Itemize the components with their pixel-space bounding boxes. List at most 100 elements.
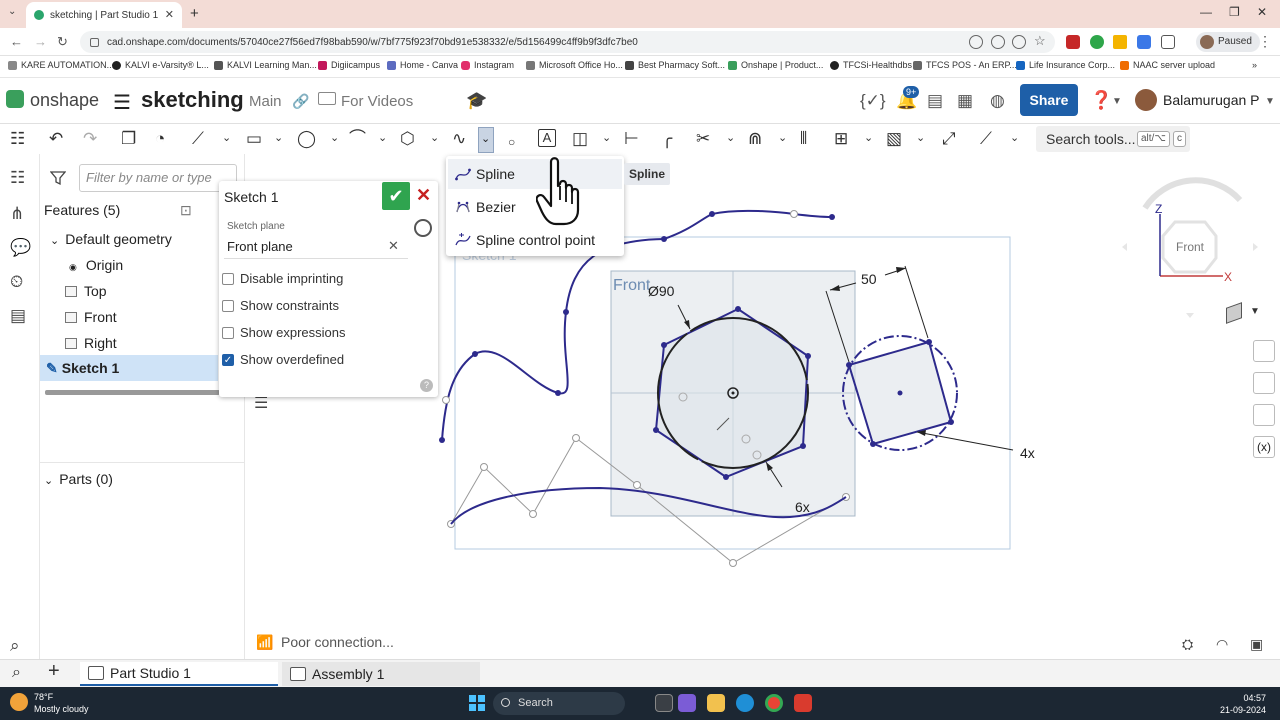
edge-icon[interactable]: [736, 694, 754, 712]
tree-scrollbar[interactable]: [45, 390, 220, 395]
feature-list-icon[interactable]: ☷: [10, 129, 25, 149]
spline-dropdown-caret[interactable]: ⌄: [478, 127, 494, 153]
view-mode-caret-icon[interactable]: ▼: [1250, 306, 1260, 317]
mirror-tool-icon[interactable]: ⫴: [800, 129, 807, 149]
weather-widget[interactable]: 78°F Mostly cloudy: [10, 691, 89, 715]
extensions-puzzle-icon[interactable]: [1161, 35, 1175, 49]
bookmark-item[interactable]: Life Insurance Corp...: [1016, 60, 1115, 70]
feature-tree-icon[interactable]: ☷: [10, 168, 25, 188]
start-button[interactable]: [469, 695, 485, 711]
arc-tool-icon[interactable]: ⌒: [349, 129, 366, 149]
learning-center-icon[interactable]: 🎓: [466, 91, 487, 111]
history-icon[interactable]: ⏲: [10, 272, 23, 292]
filter-icon[interactable]: [50, 170, 66, 186]
clear-plane-icon[interactable]: ✕: [388, 238, 399, 254]
hex-count-dimension[interactable]: 6x: [795, 499, 810, 515]
variables-icon[interactable]: {✓}: [860, 91, 886, 111]
checkbox[interactable]: [222, 272, 234, 285]
spline-start-handle[interactable]: [442, 396, 450, 404]
tab-part-studio[interactable]: Part Studio 1: [80, 662, 278, 686]
extension-green-icon[interactable]: [1090, 35, 1104, 49]
origin-node[interactable]: ◉ Origin: [69, 257, 123, 273]
url-field[interactable]: cad.onshape.com/documents/57040ce27f56ed…: [80, 31, 1055, 53]
onshape-logo-icon[interactable]: [6, 90, 24, 108]
offset-tool-icon[interactable]: ⋒: [748, 129, 762, 149]
reload-icon[interactable]: ↻: [57, 34, 68, 50]
variable-table-icon[interactable]: (x): [1253, 436, 1275, 458]
checkbox-checked[interactable]: ✓: [222, 353, 234, 366]
expand-caret-icon[interactable]: ⌄: [44, 475, 53, 487]
taskbar-search[interactable]: Search: [493, 692, 625, 715]
user-name[interactable]: Balamurugan P: [1163, 92, 1260, 108]
redo-icon[interactable]: ↷: [83, 129, 97, 149]
config-search-icon[interactable]: ⌕: [10, 636, 20, 656]
forward-icon[interactable]: →: [34, 34, 47, 49]
construction-icon[interactable]: ⤢: [942, 129, 956, 149]
workspace-name[interactable]: Main: [249, 93, 282, 110]
share-button[interactable]: Share: [1020, 84, 1078, 116]
rectangle-caret-icon[interactable]: ⌄: [274, 131, 283, 144]
measure-tool-icon[interactable]: ⛭: [1182, 636, 1193, 653]
bookmark-item[interactable]: KALVI e-Varsity® L...: [112, 60, 209, 70]
bookmark-item[interactable]: Microsoft Office Ho...: [526, 60, 623, 70]
minimize-icon[interactable]: —: [1200, 5, 1212, 19]
circle-caret-icon[interactable]: ⌄: [330, 131, 339, 144]
history-clock-icon[interactable]: [414, 219, 432, 237]
show-constraints-checkbox[interactable]: Show constraints: [222, 298, 339, 313]
text-tool-icon[interactable]: A: [538, 129, 556, 147]
menu-icon[interactable]: ☰: [113, 90, 131, 115]
close-window-icon[interactable]: ✕: [1257, 5, 1267, 19]
onshape-logo-text[interactable]: onshape: [30, 90, 99, 111]
constraint-caret-icon[interactable]: ⌄: [1010, 131, 1019, 144]
folder-add-icon[interactable]: ⊡: [180, 202, 192, 219]
default-geometry-node[interactable]: ⌄ Default geometry: [50, 231, 172, 247]
expand-caret-icon[interactable]: ⌄: [50, 235, 59, 247]
insert-tab-icon[interactable]: +: [48, 660, 60, 683]
search-tools-input[interactable]: Search tools... alt/⌥ c: [1036, 126, 1190, 152]
system-clock[interactable]: 04:57 21-09-2024: [1218, 692, 1266, 716]
accept-button[interactable]: ✔: [382, 182, 410, 210]
view-cube[interactable]: Front Z X: [1120, 170, 1270, 320]
sections-icon[interactable]: ▣: [1250, 636, 1263, 653]
spline-end-handle[interactable]: [790, 210, 798, 218]
line-tool-icon[interactable]: ⟋: [192, 129, 204, 149]
site-info-icon[interactable]: [90, 37, 99, 47]
bookmark-item[interactable]: Digiicampus: [318, 60, 380, 70]
pattern-tool-icon[interactable]: ⊞: [834, 129, 848, 149]
cancel-button[interactable]: ✕: [416, 185, 431, 206]
arc-caret-icon[interactable]: ⌄: [378, 131, 387, 144]
show-expressions-checkbox[interactable]: Show expressions: [222, 325, 346, 340]
spline-tool-icon[interactable]: ∿: [452, 129, 466, 149]
use-caret-icon[interactable]: ⌄: [602, 131, 611, 144]
show-overdefined-checkbox[interactable]: ✓ Show overdefined: [222, 352, 344, 367]
appearance-icon[interactable]: [1253, 340, 1275, 362]
help-caret-icon[interactable]: ▼: [1112, 96, 1122, 107]
release-list-icon[interactable]: ▤: [927, 91, 943, 111]
dimension-tool-icon[interactable]: ⊢: [624, 129, 639, 149]
help-icon[interactable]: ?: [420, 379, 433, 392]
rotate-right-icon[interactable]: [1253, 243, 1258, 251]
help-icon[interactable]: ❓: [1090, 90, 1112, 111]
zoom-icon[interactable]: [991, 35, 1005, 49]
insert-icon[interactable]: ⋔: [10, 204, 24, 224]
bom-icon[interactable]: ▤: [10, 306, 26, 326]
bookmark-item[interactable]: Home - Canva: [387, 60, 458, 70]
bookmark-item[interactable]: KALVI Learning Man...: [214, 60, 317, 70]
feature-filter-input[interactable]: Filter by name or type: [79, 164, 237, 192]
diameter-dimension[interactable]: Ø90: [648, 283, 675, 299]
checkbox[interactable]: [222, 326, 234, 339]
document-title[interactable]: sketching: [141, 87, 244, 113]
offset-caret-icon[interactable]: ⌄: [778, 131, 787, 144]
bookmark-item[interactable]: Instagram: [461, 60, 514, 70]
hide-icon[interactable]: [1012, 35, 1026, 49]
bookmark-star-icon[interactable]: ☆: [1034, 33, 1048, 48]
right-plane-node[interactable]: Right: [65, 335, 117, 351]
drive-extension-icon[interactable]: [1113, 35, 1127, 49]
task-view-icon[interactable]: [655, 694, 673, 712]
sketch-plane-field[interactable]: Sketch plane Front plane ✕: [224, 217, 408, 259]
maximize-icon[interactable]: ❐: [1229, 5, 1240, 19]
back-icon[interactable]: ←: [10, 34, 23, 49]
trim-tool-icon[interactable]: ✂: [696, 129, 710, 149]
app-icon[interactable]: [794, 694, 812, 712]
dxf-caret-icon[interactable]: ⌄: [916, 131, 925, 144]
